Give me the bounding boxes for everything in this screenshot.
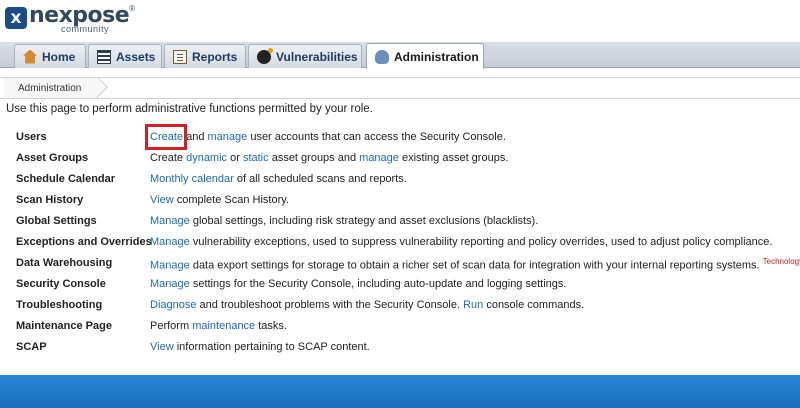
vulnerabilities-icon [257, 47, 273, 64]
link-diagnose[interactable]: Diagnose [150, 299, 196, 311]
description-text: information pertaining to SCAP content. [173, 341, 370, 353]
description-text: settings for the Security Console, inclu… [189, 278, 567, 290]
row-label: Troubleshooting [16, 299, 103, 311]
description-text: complete Scan History. [173, 194, 289, 206]
tab-label: Assets [116, 49, 156, 64]
logo-registered-mark: ® [129, 4, 136, 13]
description-text: global settings, including risk strategy… [189, 215, 539, 227]
description-text: vulnerability exceptions, used to suppre… [189, 236, 773, 248]
row-description: Manage data export settings for storage … [150, 257, 800, 272]
link-manage[interactable]: Manage [150, 278, 190, 290]
description-text: Perform [150, 320, 193, 332]
row-label: Security Console [16, 278, 106, 290]
description-text: Create [150, 152, 187, 164]
list-item: Data Warehousing Manage data export setti… [0, 252, 800, 273]
description-text: existing asset groups. [398, 152, 509, 164]
link-manage[interactable]: manage [359, 152, 399, 164]
row-description: Diagnose and troubleshoot problems with … [150, 299, 584, 311]
tab-home[interactable]: Home [14, 44, 86, 68]
list-item: Schedule Calendar Monthly calendar of all… [0, 168, 800, 189]
tab-administration[interactable]: Administration [366, 43, 484, 69]
list-item: Troubleshooting Diagnose and troubleshoot… [0, 294, 800, 315]
description-text: and troubleshoot problems with the Secur… [196, 299, 464, 311]
breadcrumb-label: Administration [18, 82, 82, 94]
link-view[interactable]: View [150, 194, 174, 206]
reports-icon [173, 49, 187, 64]
main-nav: Home Assets Reports Vulnerabilities Admi… [0, 42, 800, 69]
breadcrumb: Administration [0, 77, 800, 99]
list-item: Scan History View complete Scan History. [0, 189, 800, 210]
row-label: Scan History [16, 194, 84, 206]
row-description: Monthly calendar of all scheduled scans … [150, 173, 407, 185]
logo-mark-icon: x [5, 7, 27, 29]
link-manage[interactable]: manage [208, 131, 248, 143]
link-monthly-calendar[interactable]: Monthly calendar [150, 173, 234, 185]
tab-label: Vulnerabilities [276, 49, 358, 64]
description-text: user accounts that can access the Securi… [247, 131, 506, 143]
list-item: Global Settings Manage global settings, i… [0, 210, 800, 231]
row-label: SCAP [16, 341, 47, 353]
list-item: Asset Groups Create dynamic or static ass… [0, 147, 800, 168]
row-description: Manage global settings, including risk s… [150, 215, 538, 227]
description-text: asset groups and [268, 152, 360, 164]
list-item: Exceptions and Overrides Manage vulnerabi… [0, 231, 800, 252]
row-description: Create dynamic or static asset groups an… [150, 152, 508, 164]
row-description: View complete Scan History. [150, 194, 289, 206]
list-item: SCAP View information pertaining to SCAP … [0, 336, 800, 357]
row-label: Data Warehousing [16, 257, 113, 269]
tab-label: Home [42, 49, 76, 64]
list-item: Security Console Manage settings for the … [0, 273, 800, 294]
administration-icon [375, 49, 389, 64]
link-view[interactable]: View [150, 341, 174, 353]
description-text: or [227, 152, 243, 164]
assets-icon [97, 49, 111, 64]
row-description: Create and manage user accounts that can… [150, 131, 506, 143]
tab-label: Administration [394, 49, 479, 64]
link-manage[interactable]: Manage [150, 215, 190, 227]
tab-reports[interactable]: Reports [164, 44, 246, 68]
breadcrumb-arrow-icon [88, 77, 109, 97]
footer-bar [0, 375, 800, 408]
nexpose-logo[interactable]: x nexpose® community [5, 5, 135, 34]
row-description: View information pertaining to SCAP cont… [150, 341, 370, 353]
list-item: Users Create and manage user accounts tha… [0, 126, 800, 147]
row-label: Users [16, 131, 47, 143]
description-text: console commands. [483, 299, 585, 311]
row-description: Manage settings for the Security Console… [150, 278, 566, 290]
tab-assets[interactable]: Assets [88, 44, 162, 68]
row-label: Global Settings [16, 215, 97, 227]
link-manage[interactable]: Manage [150, 236, 190, 248]
row-description: Manage vulnerability exceptions, used to… [150, 236, 772, 248]
app-header: x nexpose® community [0, 0, 800, 42]
page-intro: Use this page to perform administrative … [6, 103, 373, 115]
tab-label: Reports [192, 49, 238, 64]
link-maintenance[interactable]: maintenance [192, 320, 255, 332]
row-label: Exceptions and Overrides [16, 236, 152, 248]
highlight-annotation [145, 124, 187, 150]
description-text: of all scheduled scans and reports. [233, 173, 407, 185]
technology-preview-badge: Technology Preview [762, 257, 800, 266]
row-description: Perform maintenance tasks. [150, 320, 287, 332]
description-text: tasks. [255, 320, 287, 332]
link-static[interactable]: static [243, 152, 269, 164]
link-dynamic[interactable]: dynamic [186, 152, 227, 164]
breadcrumb-item-administration[interactable]: Administration [4, 77, 109, 98]
row-label: Schedule Calendar [16, 173, 116, 185]
home-icon [23, 49, 37, 64]
tab-vulnerabilities[interactable]: Vulnerabilities [248, 44, 362, 68]
link-run[interactable]: Run [463, 299, 483, 311]
row-label: Asset Groups [16, 152, 89, 164]
description-text: data export settings for storage to obta… [189, 259, 760, 272]
link-manage[interactable]: Manage [150, 260, 190, 272]
row-label: Maintenance Page [16, 320, 112, 332]
list-item: Maintenance Page Perform maintenance task… [0, 315, 800, 336]
